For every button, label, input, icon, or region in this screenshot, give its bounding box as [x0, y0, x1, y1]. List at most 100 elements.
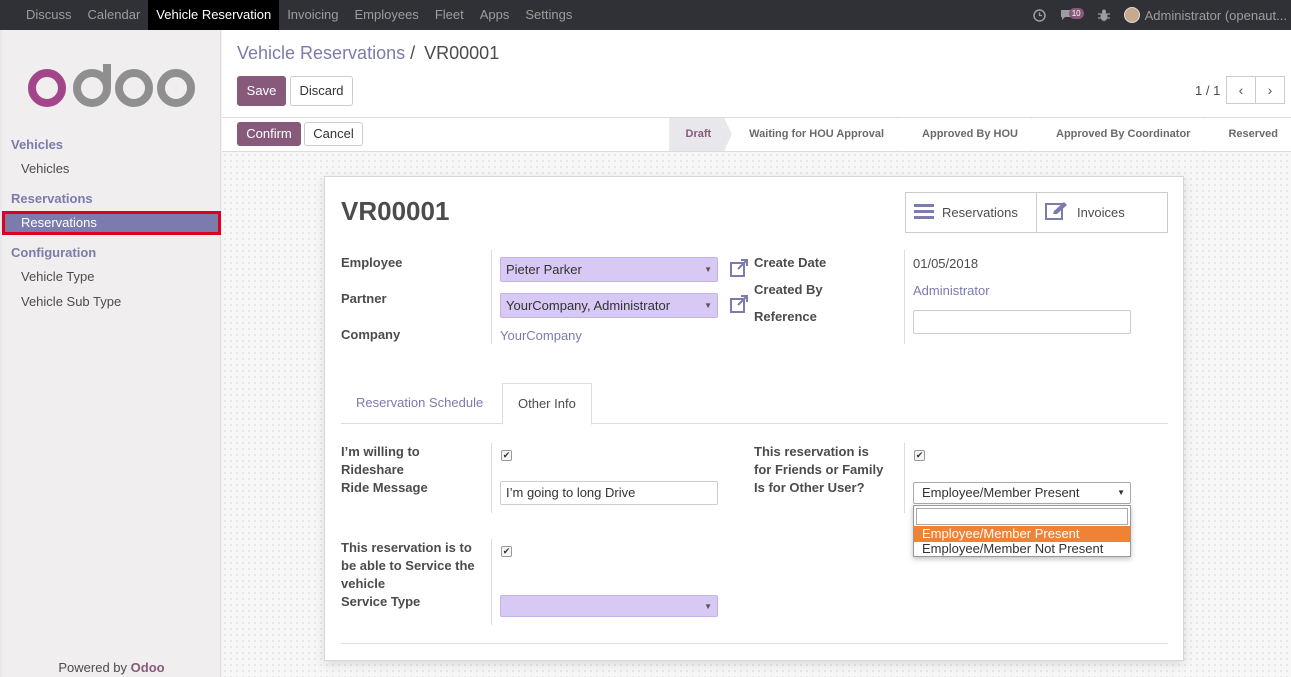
- confirm-button[interactable]: Confirm: [237, 122, 301, 146]
- pager-value[interactable]: 1 / 1: [1195, 83, 1220, 98]
- topbar-systray: 10 Administrator (openaut...: [1032, 0, 1291, 30]
- control-panel: Vehicle Reservations / VR00001 Save Disc…: [222, 30, 1291, 118]
- ride-message-input[interactable]: I’m going to long Drive: [500, 481, 718, 505]
- odoo-logo[interactable]: [28, 62, 198, 112]
- menu-fleet[interactable]: Fleet: [427, 0, 472, 30]
- partner-field[interactable]: YourCompany, Administrator ▼: [500, 293, 718, 318]
- breadcrumb-parent[interactable]: Vehicle Reservations: [237, 43, 405, 63]
- caret-down-icon: ▼: [704, 301, 712, 310]
- field-separator: [904, 250, 905, 344]
- top-navbar: Discuss Calendar Vehicle Reservation Inv…: [0, 0, 1291, 30]
- field-separator: [491, 443, 492, 513]
- external-link-icon[interactable]: [730, 295, 748, 316]
- company-label: Company: [341, 327, 401, 342]
- service-label-line3: vehicle: [341, 576, 386, 591]
- save-button[interactable]: Save: [237, 76, 286, 106]
- other-user-dropdown: Employee/Member Present Employee/Member …: [913, 505, 1131, 557]
- sidebar-item-vehicles[interactable]: Vehicles: [2, 157, 221, 181]
- invoices-smart-label: Invoices: [1077, 205, 1125, 220]
- company-value[interactable]: YourCompany: [500, 328, 582, 343]
- message-count-badge: 10: [1068, 7, 1084, 19]
- sheet-divider: [341, 643, 1168, 644]
- stage-waiting-hou-approval[interactable]: Waiting for HOU Approval: [724, 118, 905, 151]
- create-date-value: 01/05/2018: [913, 256, 979, 271]
- sidebar-item-reservations[interactable]: Reservations: [2, 211, 221, 235]
- menu-settings[interactable]: Settings: [517, 0, 580, 30]
- menu-discuss[interactable]: Discuss: [18, 0, 80, 30]
- field-separator: [904, 443, 905, 513]
- powered-by-prefix: Powered by: [58, 660, 128, 675]
- cancel-button[interactable]: Cancel: [304, 122, 363, 146]
- caret-down-icon: ▼: [704, 265, 712, 274]
- record-title: VR00001: [341, 196, 450, 226]
- tab-reservation-schedule[interactable]: Reservation Schedule: [341, 383, 498, 424]
- reservations-smart-button[interactable]: Reservations: [906, 193, 1036, 232]
- menu-invoicing[interactable]: Invoicing: [279, 0, 346, 30]
- field-separator: [491, 539, 492, 625]
- other-user-selected: Employee/Member Present: [922, 485, 1080, 500]
- friends-checkbox[interactable]: ✔: [914, 450, 925, 461]
- pager-previous-button[interactable]: ‹: [1226, 76, 1256, 104]
- sidebar-item-vehicle-type[interactable]: Vehicle Type: [2, 265, 221, 289]
- created-by-value[interactable]: Administrator: [913, 283, 990, 298]
- pager-next-button[interactable]: ›: [1255, 76, 1285, 104]
- tab-other-info[interactable]: Other Info: [502, 383, 592, 425]
- sidebar-item-vehicle-sub-type[interactable]: Vehicle Sub Type: [2, 290, 221, 314]
- dropdown-option-present[interactable]: Employee/Member Present: [914, 526, 1130, 542]
- service-type-label: Service Type: [341, 594, 421, 609]
- external-link-icon[interactable]: [730, 259, 748, 280]
- menu-employees[interactable]: Employees: [347, 0, 427, 30]
- create-date-label: Create Date: [754, 255, 827, 270]
- dropdown-search-input[interactable]: [916, 508, 1128, 525]
- employee-label: Employee: [341, 255, 403, 270]
- rideshare-label-line2: Rideshare: [341, 462, 404, 477]
- reservations-smart-label: Reservations: [942, 205, 1018, 220]
- status-bar: Confirm Cancel Draft Waiting for HOU App…: [222, 118, 1291, 152]
- stage-draft[interactable]: Draft: [668, 118, 732, 151]
- reference-input[interactable]: [913, 310, 1131, 334]
- stage-approved-by-hou[interactable]: Approved By HOU: [897, 118, 1039, 151]
- invoices-smart-button[interactable]: Invoices: [1036, 193, 1167, 232]
- powered-by-brand[interactable]: Odoo: [131, 660, 165, 675]
- stage-reserved[interactable]: Reserved: [1203, 118, 1291, 151]
- service-label-line2: be able to Service the: [341, 558, 475, 573]
- menu-calendar[interactable]: Calendar: [80, 0, 149, 30]
- partner-value: YourCompany, Administrator: [506, 298, 671, 313]
- created-by-label: Created By: [754, 282, 823, 297]
- employee-value: Pieter Parker: [506, 262, 582, 277]
- friends-label-line2: for Friends or Family: [754, 462, 884, 477]
- bug-icon[interactable]: [1097, 9, 1110, 22]
- friends-label-line1: This reservation is: [754, 444, 869, 459]
- partner-label: Partner: [341, 291, 387, 306]
- discard-button[interactable]: Discard: [290, 76, 353, 106]
- rideshare-checkbox[interactable]: ✔: [501, 450, 512, 461]
- edit-icon: [1045, 201, 1069, 224]
- service-label-line1: This reservation is to: [341, 540, 472, 555]
- dropdown-option-not-present[interactable]: Employee/Member Not Present: [914, 541, 1130, 557]
- sidebar: Vehicles Vehicles Reservations Reservati…: [0, 30, 221, 677]
- clock-icon[interactable]: [1032, 8, 1046, 22]
- smart-buttons: Reservations Invoices: [905, 192, 1168, 233]
- breadcrumb-current: VR00001: [424, 43, 500, 63]
- sidebar-section-configuration: Configuration: [11, 245, 97, 260]
- user-avatar[interactable]: [1123, 7, 1140, 23]
- other-user-select[interactable]: Employee/Member Present ▼: [913, 482, 1131, 504]
- messages-icon[interactable]: 10: [1060, 7, 1084, 21]
- form-sheet: VR00001 Reservations Invoices Employee P…: [324, 176, 1184, 661]
- menu-apps[interactable]: Apps: [472, 0, 518, 30]
- main-area: Vehicle Reservations / VR00001 Save Disc…: [222, 30, 1291, 677]
- service-type-field[interactable]: ▼: [500, 595, 718, 617]
- powered-by: Powered by Odoo: [2, 660, 221, 675]
- other-user-label: Is for Other User?: [754, 480, 865, 495]
- breadcrumb: Vehicle Reservations / VR00001: [237, 43, 499, 64]
- sidebar-section-vehicles: Vehicles: [11, 137, 64, 152]
- chevron-right-icon: ›: [1267, 82, 1273, 98]
- menu-vehicle-reservation[interactable]: Vehicle Reservation: [148, 0, 280, 30]
- stage-approved-by-coordinator[interactable]: Approved By Coordinator: [1031, 118, 1212, 151]
- user-menu[interactable]: Administrator (openaut...: [1145, 8, 1287, 23]
- sidebar-section-reservations: Reservations: [11, 191, 93, 206]
- notebook-tabs: Reservation Schedule Other Info: [341, 383, 1168, 425]
- employee-field[interactable]: Pieter Parker ▼: [500, 257, 718, 282]
- reference-label: Reference: [754, 309, 817, 324]
- service-checkbox[interactable]: ✔: [501, 546, 512, 557]
